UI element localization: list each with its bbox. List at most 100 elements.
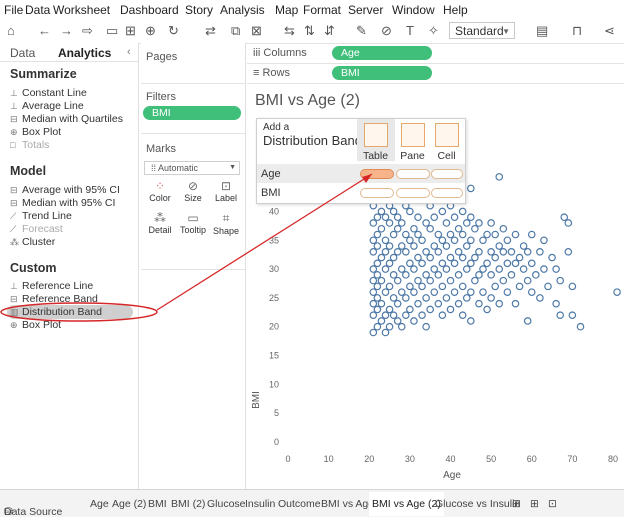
data-point[interactable] [515,253,524,262]
filter-pill-bmi[interactable]: BMI [143,106,241,120]
data-point[interactable] [426,224,434,233]
data-point[interactable] [373,271,382,279]
data-point[interactable] [467,236,475,245]
data-point[interactable] [414,299,422,308]
data-point[interactable] [430,265,439,273]
constant-line-item[interactable]: ⊥ Constant Line [10,87,87,99]
new-worksheet-icon[interactable]: ⊞ [512,498,521,510]
data-point[interactable] [544,282,552,291]
data-point[interactable] [556,276,564,285]
new-story-icon[interactable]: ⊡ [548,498,557,510]
sheet-tab[interactable]: Insulin [245,498,275,510]
data-point[interactable] [381,213,390,222]
data-point[interactable] [511,259,520,268]
data-point[interactable] [479,265,487,273]
data-point[interactable] [536,248,544,256]
data-point[interactable] [519,265,528,273]
data-point[interactable] [467,259,475,268]
average-line-item[interactable]: ⊥ Average Line [10,100,84,112]
data-point[interactable] [389,294,398,302]
box-plot-custom-item[interactable]: ⊕ Box Plot [10,319,61,331]
data-point[interactable] [410,317,418,325]
data-point[interactable] [377,276,386,285]
data-point[interactable] [523,248,532,256]
popup-age-cell-target[interactable] [431,169,463,179]
data-point[interactable] [373,294,382,302]
new-dashboard-icon[interactable]: ⊞ [530,498,539,510]
data-point[interactable] [406,305,414,314]
data-point[interactable] [454,271,463,279]
data-point[interactable] [507,271,516,279]
data-point[interactable] [475,248,483,256]
data-point[interactable] [462,242,471,250]
data-point[interactable] [397,242,406,250]
data-point[interactable] [373,213,382,222]
data-point[interactable] [560,213,569,222]
menu-data[interactable]: Data [25,3,50,17]
rows-pill-bmi[interactable]: BMI [332,66,432,80]
data-point[interactable] [450,288,459,296]
pane-option[interactable]: Pane [394,121,431,165]
data-point[interactable] [369,219,378,227]
data-point[interactable] [430,213,439,222]
data-point[interactable] [446,253,455,262]
data-point[interactable] [479,288,487,296]
view-size-select[interactable]: Standard ▼ [449,22,515,39]
data-point[interactable] [369,276,378,285]
data-point[interactable] [402,294,410,302]
data-point[interactable] [397,322,406,331]
data-point[interactable] [381,248,390,256]
home-icon[interactable]: ⌂ [7,23,15,39]
data-point[interactable] [410,288,418,296]
data-point[interactable] [527,288,536,296]
data-point[interactable] [385,322,394,331]
data-point[interactable] [373,322,382,331]
data-point[interactable] [475,219,483,227]
data-point[interactable] [434,299,443,308]
data-point[interactable] [418,282,426,291]
data-point[interactable] [576,322,585,331]
sheet-tab[interactable]: Glucose vs Insulin [435,498,520,510]
data-point[interactable] [467,288,475,296]
presentation-icon[interactable]: ⊓ [572,23,582,39]
data-point[interactable] [369,236,378,245]
data-point[interactable] [406,236,414,245]
collapse-icon[interactable]: ‹ [127,46,131,58]
data-point[interactable] [568,282,577,291]
data-point[interactable] [393,317,402,325]
data-point[interactable] [515,282,524,291]
data-point[interactable] [377,299,386,308]
distribution-band-item[interactable]: ▥ Distribution Band [10,306,102,318]
menu-window[interactable]: Window [392,3,435,17]
trend-line-item[interactable]: ⟋ Trend Line [10,210,72,222]
menu-help[interactable]: Help [443,3,468,17]
data-point[interactable] [495,242,504,250]
menu-file[interactable]: File [4,3,23,17]
data-point[interactable] [503,288,512,296]
data-point[interactable] [540,236,548,245]
data-point[interactable] [393,224,402,233]
data-point[interactable] [434,230,443,239]
columns-shelf[interactable]: iii Columns Age [247,43,624,64]
menu-analysis[interactable]: Analysis [220,3,265,17]
data-point[interactable] [397,265,406,273]
highlight-icon[interactable]: ✎ [356,23,367,39]
data-point[interactable] [381,236,390,245]
data-point[interactable] [422,248,430,256]
data-point[interactable] [475,271,483,279]
data-point[interactable] [393,276,402,285]
data-point[interactable] [483,230,491,239]
data-point[interactable] [397,219,406,227]
data-point[interactable] [418,236,426,245]
popup-bmi-table-target[interactable] [360,188,394,198]
data-point[interactable] [377,317,386,325]
data-point[interactable] [442,265,451,273]
data-point[interactable] [527,230,536,239]
data-point[interactable] [487,219,495,227]
data-point[interactable] [536,294,544,302]
data-point[interactable] [373,259,382,268]
forward-icon[interactable]: → [60,23,73,39]
data-point[interactable] [402,248,410,256]
data-point[interactable] [422,322,430,331]
median-quartiles-item[interactable]: ⊟ Median with Quartiles [10,113,123,125]
